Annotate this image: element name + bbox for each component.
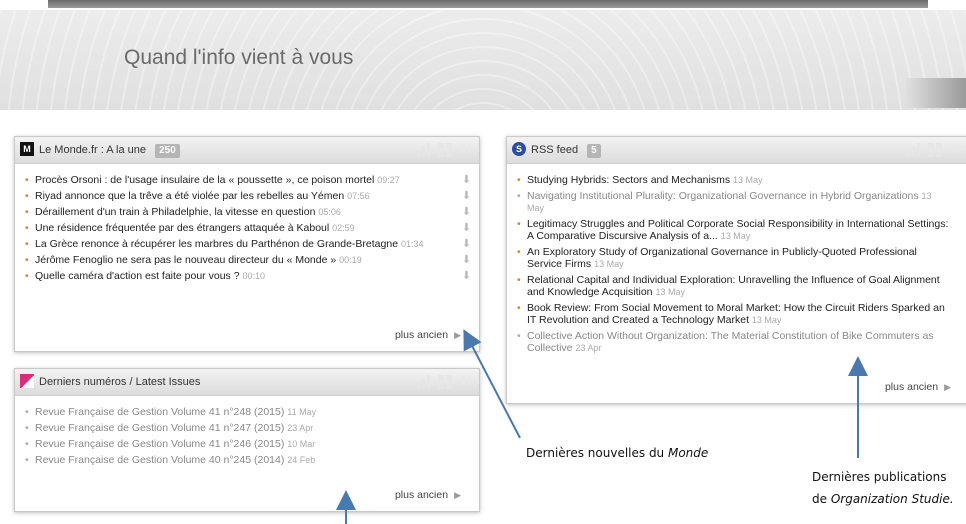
- annotation-arrows: [336, 329, 868, 524]
- annotation-orgstudies: Dernières publications de Organization S…: [812, 470, 954, 506]
- annotation-monde: Dernières nouvelles du Monde: [526, 446, 709, 460]
- arrow-monde: [463, 329, 521, 439]
